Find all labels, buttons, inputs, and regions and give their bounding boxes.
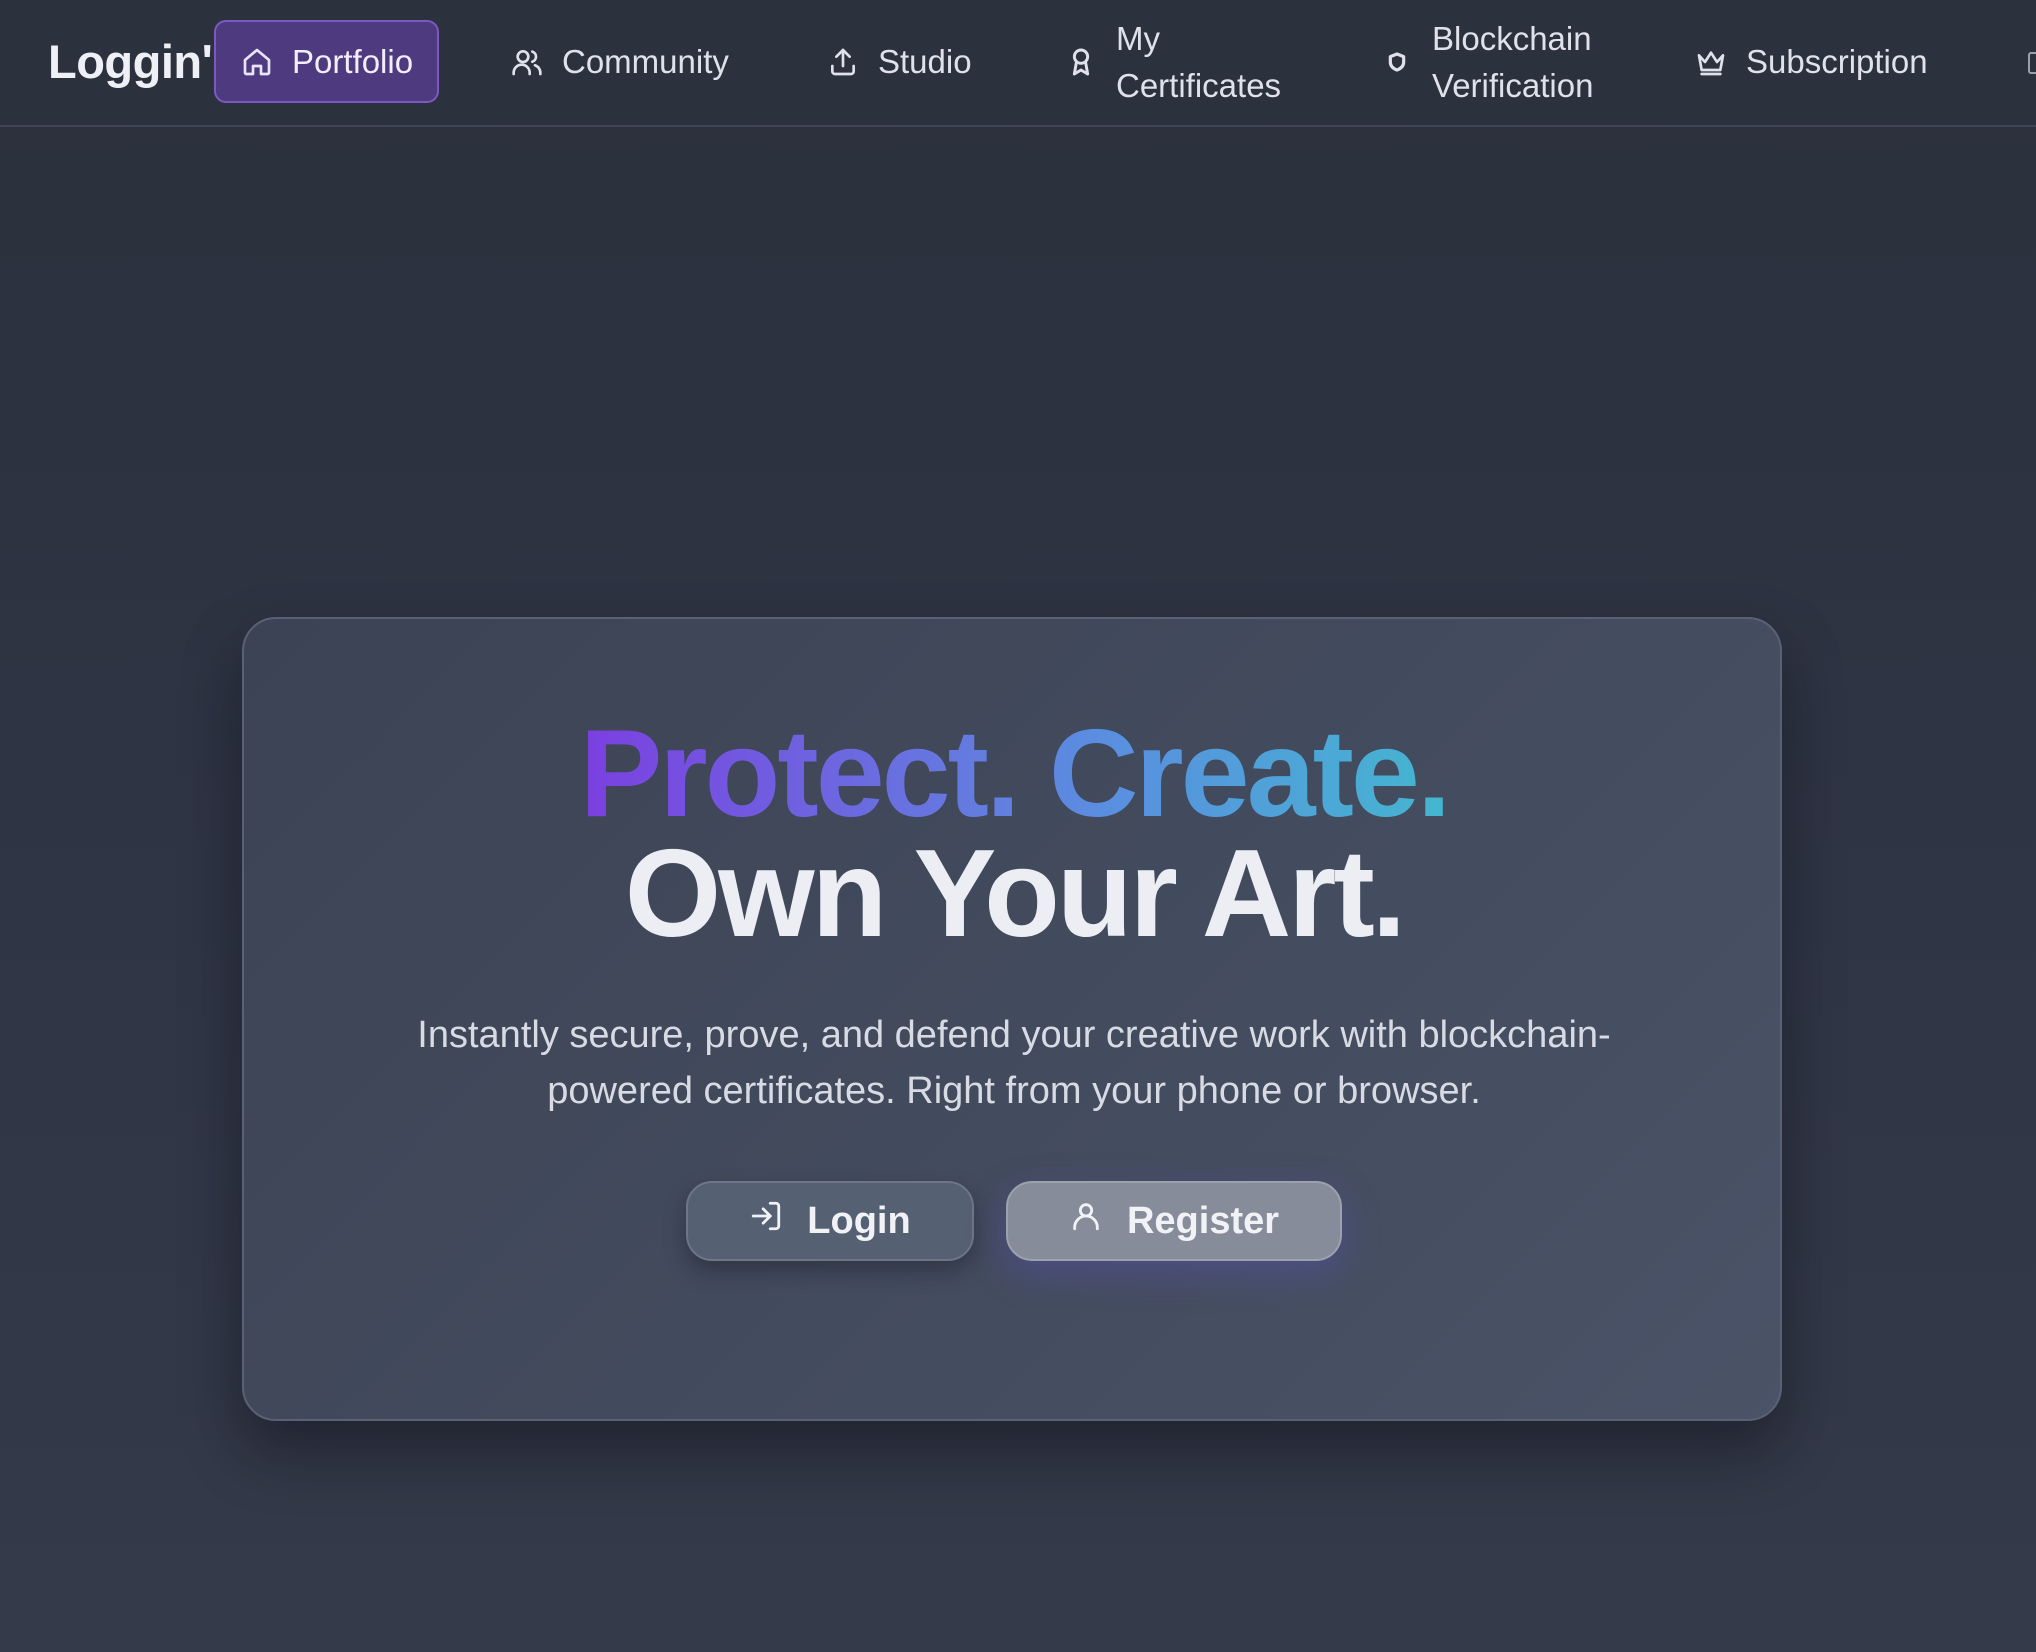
nav-item-label: Portfolio xyxy=(292,42,414,80)
crown-icon xyxy=(1694,45,1728,79)
nav-item-label: Studio xyxy=(878,42,972,80)
nav-item-portfolio[interactable]: Portfolio xyxy=(214,20,440,103)
award-icon xyxy=(1064,45,1098,79)
top-navbar: Loggin' Portfolio Community Studio My Ce… xyxy=(0,0,2036,127)
login-button[interactable]: Login xyxy=(686,1181,974,1261)
nav-item-label: Blockchain Verification xyxy=(1432,19,1594,104)
shield-icon xyxy=(1380,45,1414,79)
hero-card: Protect. Create. Own Your Art. Instantly… xyxy=(242,617,1782,1421)
app-logo[interactable]: Loggin' xyxy=(48,34,214,89)
headline-line-1: Protect. Create. xyxy=(579,705,1452,843)
home-icon xyxy=(240,45,274,79)
login-label: Login xyxy=(807,1199,911,1242)
nav-item-community[interactable]: Community xyxy=(510,20,729,103)
nav-item-studio[interactable]: Studio xyxy=(826,20,972,103)
nav-item-label: My Certificates xyxy=(1116,19,1282,104)
headline-line-2: Own Your Art. xyxy=(624,825,1407,963)
nav-item-label: Subscription xyxy=(1746,42,1928,80)
hero-subtitle: Instantly secure, prove, and defend your… xyxy=(417,1014,1611,1112)
login-icon xyxy=(749,1199,783,1243)
nav-item-my-certificates[interactable]: My Certificates xyxy=(1064,20,1304,104)
register-label: Register xyxy=(1126,1199,1280,1242)
nav-item-blockchain-verification[interactable]: Blockchain Verification xyxy=(1380,20,1610,104)
overflow-nav-icon[interactable] xyxy=(2028,52,2036,74)
users-icon xyxy=(510,45,544,79)
nav-item-subscription[interactable]: Subscription xyxy=(1694,20,1928,103)
nav-item-label: Community xyxy=(562,42,729,80)
upload-icon xyxy=(826,45,860,79)
hero-headline: Protect. Create. Own Your Art. xyxy=(244,705,1784,963)
user-icon xyxy=(1069,1199,1103,1243)
register-button[interactable]: Register xyxy=(1006,1181,1342,1261)
